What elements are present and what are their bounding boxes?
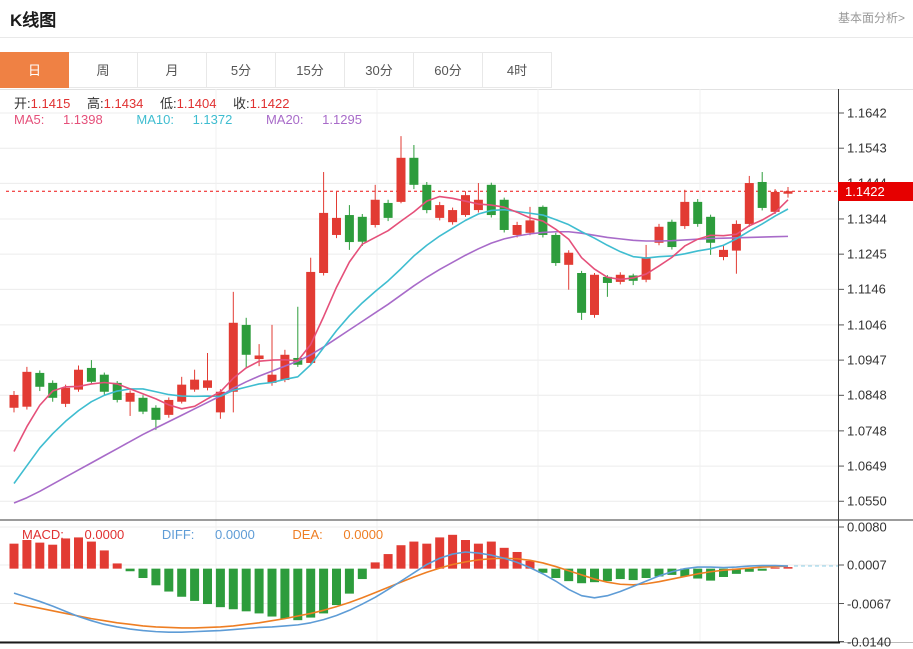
kline-widget: K线图 基本面分析> 日 周 月 5分 15分 30分 60分 4时 开:1.1… (0, 0, 913, 649)
main-chart-canvas[interactable] (0, 87, 913, 649)
chart-svg[interactable] (0, 87, 913, 649)
tab-day[interactable]: 日 (0, 52, 69, 88)
fundamental-analysis-link[interactable]: 基本面分析> (838, 9, 905, 26)
tab-15min[interactable]: 15分 (276, 52, 345, 88)
page-title: K线图 (10, 6, 56, 31)
tab-month[interactable]: 月 (138, 52, 207, 88)
tab-5min[interactable]: 5分 (207, 52, 276, 88)
tab-week[interactable]: 周 (69, 52, 138, 88)
tab-4hour[interactable]: 4时 (483, 52, 552, 88)
tab-60min[interactable]: 60分 (414, 52, 483, 88)
tab-30min[interactable]: 30分 (345, 52, 414, 88)
divider (0, 37, 913, 38)
period-tabbar: 日 周 月 5分 15分 30分 60分 4时 (0, 52, 913, 90)
